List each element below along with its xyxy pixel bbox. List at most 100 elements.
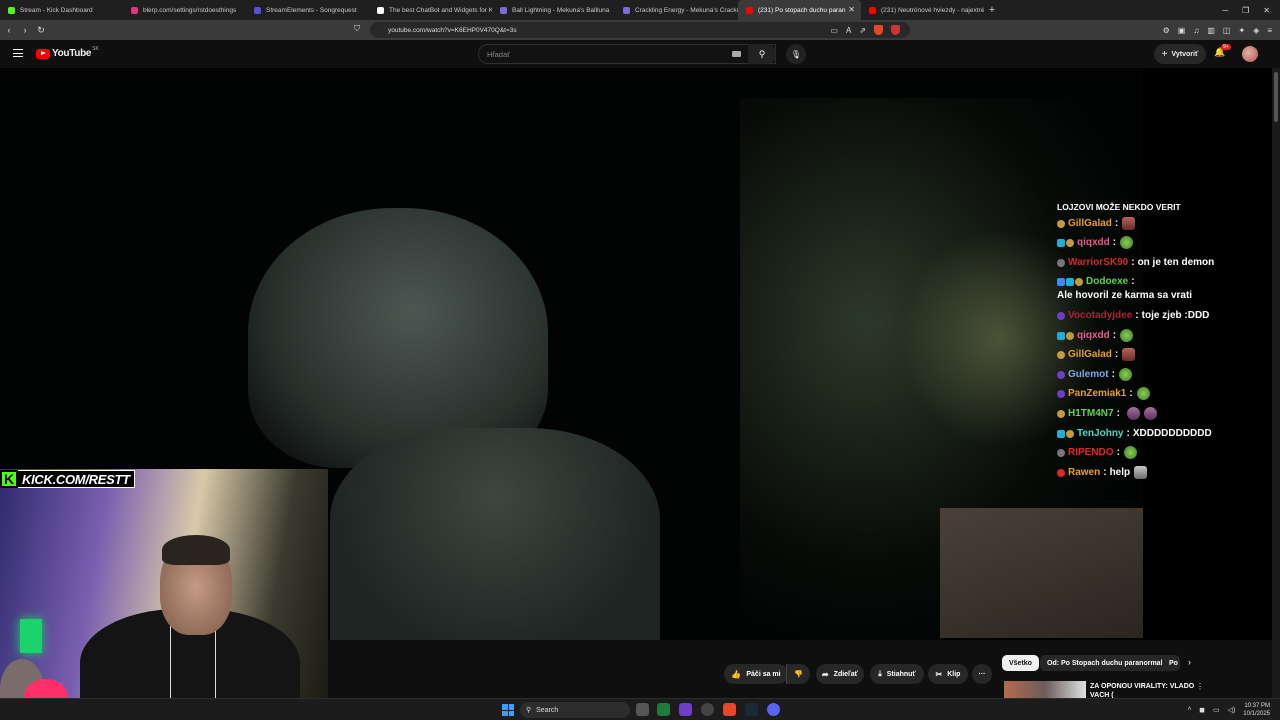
taskbar-search[interactable]: ⚲ Search <box>520 702 630 718</box>
youtube-wordmark: YouTube <box>52 48 92 59</box>
network-icon[interactable]: ▭ <box>1213 706 1220 714</box>
share-button[interactable]: ➦ Zdieľať <box>816 664 864 684</box>
obs-icon[interactable] <box>701 703 714 716</box>
voice-search-button[interactable]: 🎙 <box>786 44 806 64</box>
tray-app-icon[interactable]: ◼ <box>1199 706 1205 714</box>
steam-icon[interactable] <box>745 703 758 716</box>
url-field[interactable]: youtube.com/watch?v=K6EHP0V470Q&t=3s <box>370 22 910 38</box>
webcam-streamer-hair <box>162 535 230 565</box>
brave-browser-icon[interactable] <box>723 703 736 716</box>
recommendation-more-icon[interactable]: ⋮ <box>1196 682 1204 691</box>
extension-icon[interactable]: ⚙ <box>1163 26 1170 35</box>
tab-close-icon[interactable]: ✕ <box>848 5 855 14</box>
browser-tab[interactable]: Ball Lightning - Mekuna's Ballluna <box>492 0 615 20</box>
brave-rewards-icon[interactable] <box>891 25 900 35</box>
create-label: Vytvoriť <box>1171 50 1199 58</box>
translate-icon[interactable]: A <box>846 26 851 35</box>
chat-username[interactable]: GillGalad <box>1068 348 1112 362</box>
chip-next-chevron-icon[interactable]: › <box>1188 657 1191 667</box>
browser-tab[interactable]: blerp.com/settings/rstdoesthings <box>123 0 246 20</box>
wallet-icon[interactable]: ◫ <box>1223 26 1231 35</box>
more-actions-button[interactable]: ··· <box>972 664 992 684</box>
gift-badge-icon <box>1057 409 1065 418</box>
page-scrollbar[interactable] <box>1272 68 1280 698</box>
restore-icon[interactable]: ❐ <box>1242 6 1249 15</box>
keyboard-icon[interactable] <box>732 51 741 57</box>
tab-title: The best ChatBot and Widgets for Ki <box>389 6 492 14</box>
hamburger-menu-icon[interactable] <box>13 49 23 57</box>
twitch-icon[interactable] <box>679 703 692 716</box>
chat-separator: : <box>1135 309 1139 321</box>
leo-icon[interactable]: ✦ <box>1238 26 1245 35</box>
volume-icon[interactable]: ◁) <box>1228 706 1236 714</box>
cast-icon[interactable]: ▭ <box>830 26 838 35</box>
browser-tab[interactable]: Crackling Energy - Mekuna's Crackun <box>615 0 738 20</box>
create-button[interactable]: + Vytvoriť <box>1154 44 1206 64</box>
browser-tab[interactable]: The best ChatBot and Widgets for Ki <box>369 0 492 20</box>
tray-chevron-icon[interactable]: ^ <box>1188 707 1191 714</box>
xbox-icon[interactable] <box>657 703 670 716</box>
download-button[interactable]: ⤓ Stiahnuť <box>870 664 924 684</box>
chat-badges <box>1057 258 1065 267</box>
scrollbar-thumb[interactable] <box>1274 72 1278 122</box>
chat-username[interactable]: Rawen <box>1068 466 1100 480</box>
chat-username[interactable]: qiqxdd <box>1077 236 1110 250</box>
chat-username[interactable]: qiqxdd <box>1077 329 1110 343</box>
chat-text: help <box>1109 466 1131 478</box>
task-view-icon[interactable] <box>636 703 649 716</box>
search-input[interactable]: Hľadať <box>478 44 776 64</box>
chat-username[interactable]: GillGalad <box>1068 217 1112 231</box>
chat-username[interactable]: Dodoexe <box>1086 275 1128 289</box>
browser-tab[interactable]: StreamElements - Songrequest <box>246 0 369 20</box>
browser-tab[interactable]: (231) Neutrónové hviezdy - najextré <box>861 0 984 20</box>
youtube-logo[interactable]: YouTube SK <box>36 46 99 59</box>
chat-username[interactable]: TenJohny <box>1077 427 1123 441</box>
chip-all[interactable]: Všetko <box>1002 655 1039 671</box>
discord-icon[interactable] <box>767 703 780 716</box>
minimize-icon[interactable]: ─ <box>1222 6 1228 15</box>
green-emote-icon <box>1120 236 1134 250</box>
forward-icon[interactable]: › <box>18 25 32 35</box>
dislike-button[interactable]: 👎 <box>786 664 810 684</box>
back-icon[interactable]: ‹ <box>2 25 16 35</box>
brave-shield-icon[interactable] <box>874 25 883 35</box>
media-icon[interactable]: ♫ <box>1193 26 1199 35</box>
chat-username[interactable]: PanZemiak1 <box>1068 387 1126 401</box>
browser-tab[interactable]: Stream - Kick Dashboard <box>0 0 123 20</box>
browser-tab[interactable]: (231) Po stopach duchu paran ✕ <box>738 0 861 20</box>
chat-message: qiqxdd: <box>1057 328 1247 343</box>
vpn-icon[interactable]: ◈ <box>1253 26 1259 35</box>
reload-icon[interactable]: ↻ <box>34 25 48 36</box>
windows-start-icon[interactable] <box>502 704 514 716</box>
like-button[interactable]: 👍 Páči sa mi <box>724 664 788 684</box>
chat-username[interactable]: RIPENDO <box>1068 446 1114 460</box>
plus-icon: + <box>1161 48 1168 60</box>
chat-badges <box>1057 331 1074 340</box>
tab-search-icon[interactable]: ▣ <box>1178 26 1186 35</box>
close-window-icon[interactable]: ✕ <box>1263 6 1270 15</box>
chip-from-channel[interactable]: Od: Po Stopach duchu paranormal <box>1040 655 1170 671</box>
recommendation-thumbnail[interactable] <box>1004 681 1086 698</box>
tab-title: (231) Po stopach duchu paran <box>758 6 846 14</box>
clock[interactable]: 10:37 PM 10/1/2025 <box>1243 702 1270 718</box>
chat-username[interactable]: Vocotadyjdee <box>1068 309 1132 323</box>
sidebar-icon[interactable]: ▥ <box>1207 26 1215 35</box>
chat-username[interactable]: Gulemot <box>1068 368 1109 382</box>
bookmark-icon[interactable]: ⛉ <box>354 24 360 34</box>
chat-badges <box>1057 311 1065 320</box>
video-actions-row: 👍 Páči sa mi 👎 ➦ Zdieľať ⤓ Stiahnuť ✂ Kl… <box>328 640 1280 698</box>
chat-username[interactable]: H1TM4N7 <box>1068 407 1114 421</box>
chip-partial[interactable]: Po <box>1162 655 1180 671</box>
chat-username[interactable]: WarriorSK90 <box>1068 256 1128 270</box>
like-label: Páči sa mi <box>746 670 781 678</box>
chat-separator: : <box>1103 466 1107 478</box>
share-icon[interactable]: ⇗ <box>859 26 866 35</box>
search-button[interactable]: ⚲ <box>748 44 776 64</box>
new-tab-icon[interactable]: + <box>984 4 1000 16</box>
menu-icon[interactable]: ≡ <box>1267 26 1272 35</box>
avatar[interactable] <box>1242 46 1258 62</box>
clip-button[interactable]: ✂ Klip <box>928 664 968 684</box>
recommendation-title[interactable]: ZA OPONOU VIRALITY: VLADO VACH ( <box>1090 682 1198 698</box>
chat-separator: : <box>1112 329 1117 341</box>
chat-badges <box>1057 468 1065 477</box>
